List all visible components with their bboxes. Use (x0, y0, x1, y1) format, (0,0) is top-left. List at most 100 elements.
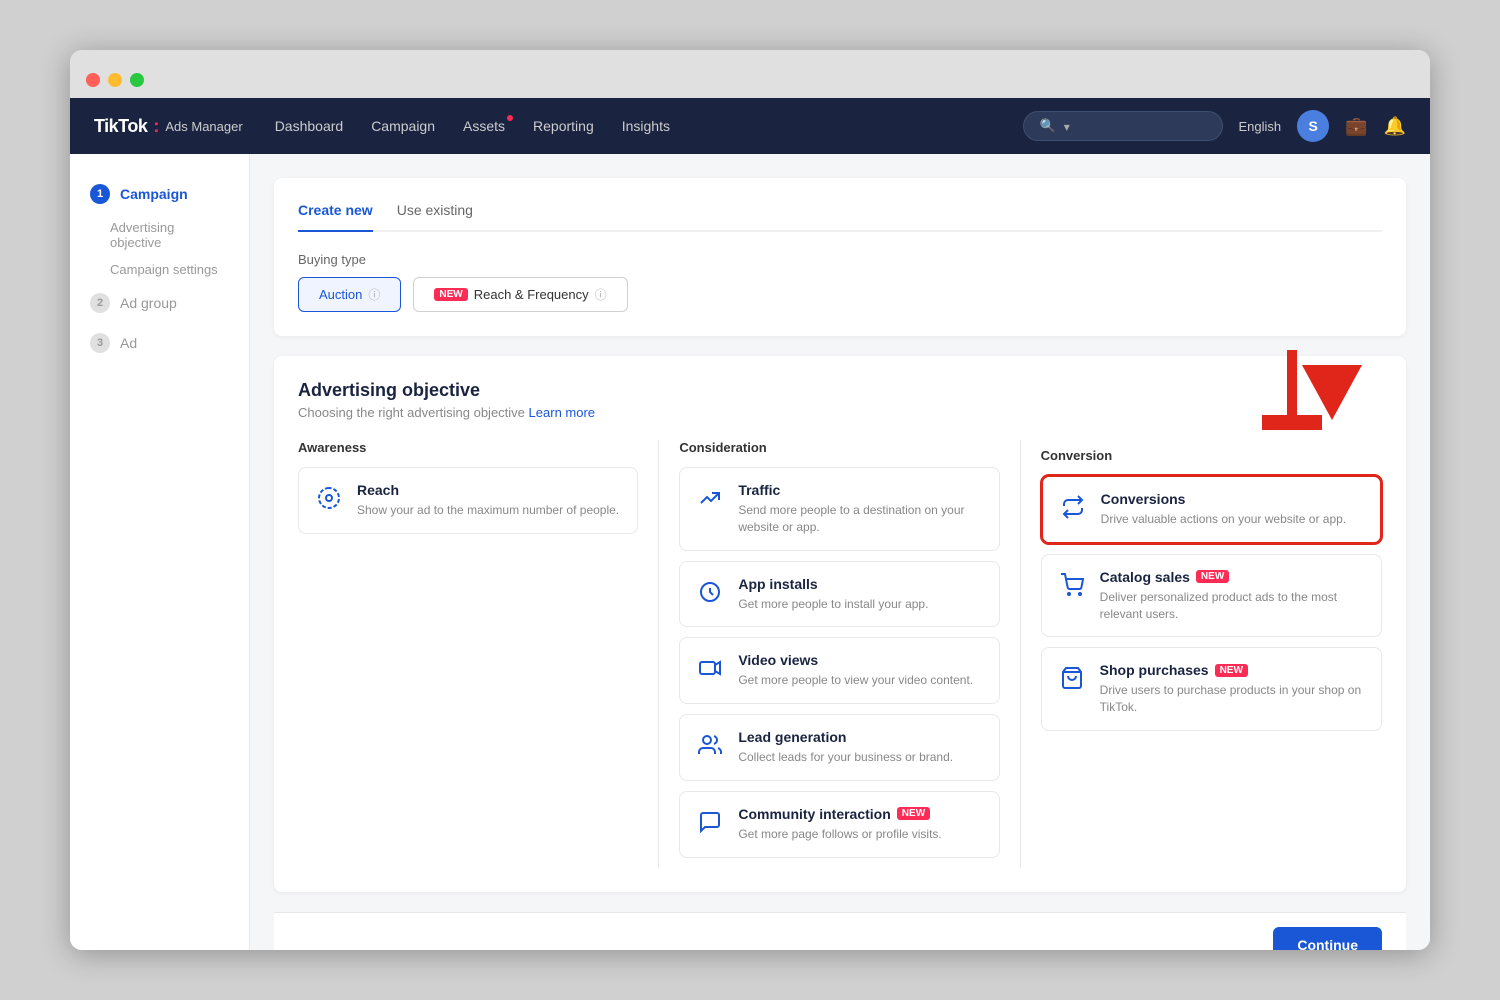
catalog-new-badge: NEW (1196, 570, 1229, 583)
community-interaction-card[interactable]: Community interaction NEW Get more page … (679, 791, 999, 858)
shop-purchases-desc: Drive users to purchase products in your… (1100, 682, 1367, 716)
dot-yellow[interactable] (108, 73, 122, 87)
logo-tiktok-text: TikTok (94, 116, 147, 137)
nav-dashboard[interactable]: Dashboard (275, 118, 344, 134)
reach-desc: Show your ad to the maximum number of pe… (357, 502, 619, 519)
community-interaction-name: Community interaction NEW (738, 806, 941, 822)
browser-chrome (70, 50, 1430, 98)
catalog-sales-card[interactable]: Catalog sales NEW Deliver personalized p… (1041, 554, 1382, 638)
logo-sub-text: Ads Manager (165, 119, 242, 134)
advertising-objective-card: Advertising objective Choosing the right… (274, 356, 1406, 892)
video-views-name: Video views (738, 652, 973, 668)
reach-frequency-label: Reach & Frequency (474, 287, 589, 302)
conversions-name: Conversions (1101, 491, 1346, 507)
shop-purchases-name: Shop purchases NEW (1100, 662, 1367, 678)
avatar[interactable]: S (1297, 110, 1329, 142)
shop-purchases-new-badge: NEW (1215, 664, 1248, 677)
nav-campaign[interactable]: Campaign (371, 118, 435, 134)
conversions-desc: Drive valuable actions on your website o… (1101, 511, 1346, 528)
tab-row: Create new Use existing (298, 202, 1382, 232)
advertising-objective-subtitle: Choosing the right advertising objective… (298, 405, 1382, 420)
auction-button[interactable]: Auction ⓘ (298, 277, 401, 312)
logo-colon: : (153, 116, 159, 137)
assets-dot (507, 115, 513, 121)
browser-window: TikTok: Ads Manager Dashboard Campaign A… (70, 50, 1430, 950)
learn-more-link[interactable]: Learn more (529, 405, 595, 420)
community-new-badge: NEW (897, 807, 930, 820)
auction-info-icon: ⓘ (368, 286, 380, 303)
tab-use-existing[interactable]: Use existing (397, 202, 473, 232)
catalog-sales-icon (1056, 569, 1088, 601)
search-bar[interactable]: 🔍 (1023, 111, 1223, 141)
bell-icon[interactable]: 🔔 (1384, 116, 1406, 137)
tab-create-new[interactable]: Create new (298, 202, 373, 232)
sidebar-item-ad[interactable]: 3 Ad (70, 323, 249, 363)
lead-generation-name: Lead generation (738, 729, 953, 745)
traffic-text: Traffic Send more people to a destinatio… (738, 482, 984, 536)
app-installs-card[interactable]: App installs Get more people to install … (679, 561, 999, 628)
continue-button[interactable]: Continue (1273, 927, 1382, 950)
reach-card[interactable]: Reach Show your ad to the maximum number… (298, 467, 638, 534)
lead-generation-card[interactable]: Lead generation Collect leads for your b… (679, 714, 999, 781)
catalog-sales-text: Catalog sales NEW Deliver personalized p… (1100, 569, 1367, 623)
nav-reporting[interactable]: Reporting (533, 118, 594, 134)
ad-label: Ad (120, 335, 137, 351)
reach-frequency-new-badge: NEW (434, 288, 467, 301)
catalog-sales-desc: Deliver personalized product ads to the … (1100, 589, 1367, 623)
consideration-column: Consideration Traffic Send more peopl (659, 440, 1020, 868)
buying-options: Auction ⓘ NEW Reach & Frequency ⓘ (298, 277, 1382, 312)
consideration-title: Consideration (679, 440, 999, 455)
app-installs-name: App installs (738, 576, 928, 592)
awareness-column: Awareness Reach Show your ad to the ma (298, 440, 659, 868)
conversions-icon (1057, 491, 1089, 523)
nav-assets[interactable]: Assets (463, 118, 505, 134)
reach-name: Reach (357, 482, 619, 498)
reach-frequency-button[interactable]: NEW Reach & Frequency ⓘ (413, 277, 627, 312)
traffic-icon (694, 482, 726, 514)
auction-label: Auction (319, 287, 362, 302)
video-views-card[interactable]: Video views Get more people to view your… (679, 637, 999, 704)
sidebar-sub-advertising[interactable]: Advertising objective (70, 214, 249, 256)
dot-green[interactable] (130, 73, 144, 87)
shop-purchases-icon (1056, 662, 1088, 694)
community-interaction-icon (694, 806, 726, 838)
conversions-text: Conversions Drive valuable actions on yo… (1101, 491, 1346, 528)
video-views-text: Video views Get more people to view your… (738, 652, 973, 689)
nav-insights[interactable]: Insights (622, 118, 670, 134)
briefcase-icon[interactable]: 💼 (1345, 116, 1367, 137)
language-selector[interactable]: English (1239, 119, 1282, 134)
conversion-title: Conversion (1041, 448, 1382, 463)
app-installs-text: App installs Get more people to install … (738, 576, 928, 613)
dot-red[interactable] (86, 73, 100, 87)
step-3-circle: 3 (90, 333, 110, 353)
sidebar-item-adgroup[interactable]: 2 Ad group (70, 283, 249, 323)
community-interaction-text: Community interaction NEW Get more page … (738, 806, 941, 843)
conversions-card[interactable]: Conversions Drive valuable actions on yo… (1041, 475, 1382, 544)
chevron-down-icon (1064, 119, 1070, 134)
sidebar-sub-campaign-settings[interactable]: Campaign settings (70, 256, 249, 283)
red-arrow-shape (1302, 365, 1362, 420)
video-views-icon (694, 652, 726, 684)
conversions-wrapper: Conversions Drive valuable actions on yo… (1041, 475, 1382, 544)
campaign-card: Create new Use existing Buying type Auct… (274, 178, 1406, 336)
sidebar: 1 Campaign Advertising objective Campaig… (70, 154, 250, 950)
traffic-card[interactable]: Traffic Send more people to a destinatio… (679, 467, 999, 551)
traffic-name: Traffic (738, 482, 984, 498)
lead-generation-icon (694, 729, 726, 761)
step-1-circle: 1 (90, 184, 110, 204)
logo: TikTok: Ads Manager (94, 116, 243, 137)
topnav: TikTok: Ads Manager Dashboard Campaign A… (70, 98, 1430, 154)
main-content: Create new Use existing Buying type Auct… (250, 154, 1430, 950)
reach-icon (313, 482, 345, 514)
traffic-desc: Send more people to a destination on you… (738, 502, 984, 536)
lead-generation-text: Lead generation Collect leads for your b… (738, 729, 953, 766)
community-interaction-desc: Get more page follows or profile visits. (738, 826, 941, 843)
bottom-bar: Continue (274, 912, 1406, 950)
search-icon: 🔍 (1040, 118, 1056, 134)
nav-links: Dashboard Campaign Assets Reporting Insi… (275, 118, 991, 134)
shop-purchases-card[interactable]: Shop purchases NEW Drive users to purcha… (1041, 647, 1382, 731)
sidebar-item-campaign[interactable]: 1 Campaign (70, 174, 249, 214)
lead-generation-desc: Collect leads for your business or brand… (738, 749, 953, 766)
nav-right: 🔍 English S 💼 🔔 (1023, 110, 1406, 142)
advertising-objective-title: Advertising objective (298, 380, 1382, 401)
